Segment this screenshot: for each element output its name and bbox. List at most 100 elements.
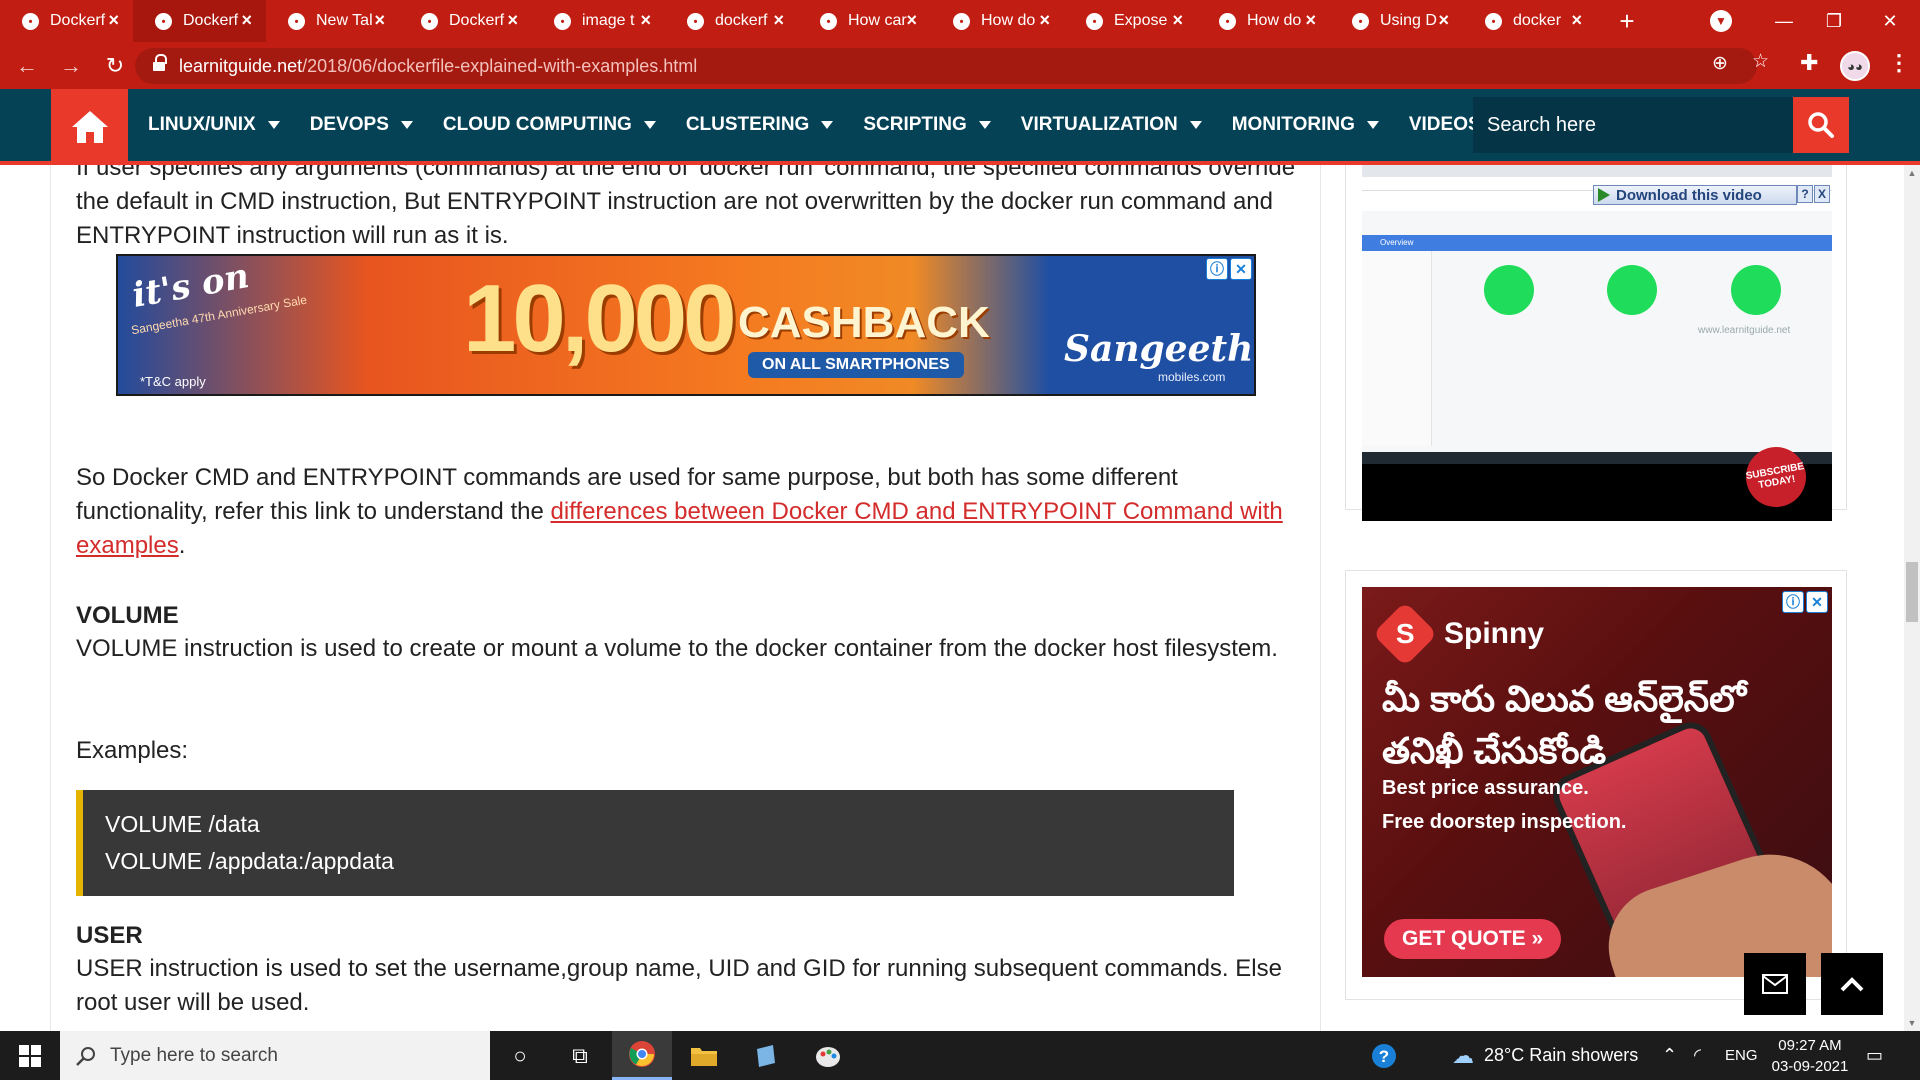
tab-close-icon[interactable]: × — [1571, 10, 1582, 31]
site-search-button[interactable] — [1793, 97, 1849, 153]
caret-down-icon — [821, 121, 834, 129]
system-clock[interactable]: 09:27 AM 03-09-2021 — [1760, 1035, 1860, 1077]
download-video-button[interactable]: Download this video — [1593, 185, 1797, 205]
browser-tab[interactable]: • Expose × — [1064, 0, 1197, 42]
zoom-icon[interactable]: ⊕ — [1712, 52, 1728, 75]
address-bar[interactable]: learnitguide.net/2018/06/dockerfile-expl… — [135, 48, 1757, 84]
nav-item[interactable]: SCRIPTING — [863, 114, 991, 136]
caret-down-icon — [1366, 121, 1379, 129]
chrome-taskbar-icon[interactable] — [612, 1031, 672, 1080]
search-icon — [1808, 112, 1834, 138]
help-icon[interactable]: ? — [1356, 1031, 1412, 1080]
nav-item[interactable]: MONITORING — [1232, 114, 1379, 136]
browser-tab[interactable]: • How do × — [1197, 0, 1330, 42]
browser-tab[interactable]: • Using D × — [1330, 0, 1463, 42]
nav-item-label: VIRTUALIZATION — [1020, 114, 1178, 135]
scroll-to-top-button[interactable] — [1821, 953, 1883, 1015]
extensions-puzzle-icon[interactable]: ✚ — [1800, 50, 1818, 76]
clock-date: 03-09-2021 — [1771, 1058, 1849, 1075]
video-player[interactable]: Overview www.learnitguide.net SUBSCRIBE … — [1362, 165, 1832, 521]
tab-close-icon[interactable]: × — [507, 10, 518, 31]
browser-tab[interactable]: • dockerf × — [665, 0, 798, 42]
restore-button[interactable]: ❐ — [1806, 0, 1862, 42]
nav-item[interactable]: DEVOPS — [310, 114, 413, 136]
nav-item-label: DEVOPS — [309, 114, 389, 135]
browser-tab[interactable]: • How car × — [798, 0, 931, 42]
tray-chevron-icon[interactable]: ⌃ — [1662, 1031, 1677, 1080]
weather-widget[interactable]: ☁ 28°C Rain showers — [1452, 1031, 1638, 1080]
google-icon: • — [421, 13, 438, 30]
browser-tab[interactable]: • Dockerf × — [133, 0, 266, 42]
new-tab-button[interactable]: + — [1612, 6, 1642, 37]
browser-tab[interactable]: • docker × — [1463, 0, 1596, 42]
nav-item[interactable]: CLOUD COMPUTING — [443, 114, 656, 136]
spinny-logo: S Spinny — [1372, 601, 1544, 667]
wifi-icon[interactable]: ◜ — [1694, 1031, 1701, 1080]
site-search-input[interactable] — [1473, 97, 1793, 153]
tab-close-icon[interactable]: × — [1172, 10, 1183, 31]
site-menu: LINUX/UNIX DEVOPS CLOUD COMPUTING CLUSTERIN… — [148, 89, 1535, 161]
video-status-circle — [1484, 265, 1534, 315]
home-button[interactable] — [51, 89, 128, 165]
tab-close-icon[interactable]: × — [773, 10, 784, 31]
get-quote-button[interactable]: GET QUOTE » — [1384, 919, 1562, 959]
volume-code-block: VOLUME /data VOLUME /appdata:/appdata — [76, 790, 1234, 896]
download-close-button[interactable]: X — [1814, 185, 1830, 203]
chrome-icon — [629, 1041, 655, 1067]
tab-close-icon[interactable]: × — [1039, 10, 1050, 31]
file-explorer-icon[interactable] — [674, 1031, 734, 1080]
notification-icon[interactable]: ▭ — [1866, 1031, 1883, 1080]
ad-close-icon[interactable]: ✕ — [1230, 258, 1252, 280]
scroll-up-arrow[interactable]: ▲ — [1904, 165, 1920, 181]
back-button[interactable]: ← — [10, 49, 44, 83]
tab-close-icon[interactable]: × — [906, 10, 917, 31]
browser-tab[interactable]: • image t × — [532, 0, 665, 42]
globe-icon: • — [1352, 13, 1369, 30]
browser-tab[interactable]: • How do × — [931, 0, 1064, 42]
browser-tab-title: How car — [848, 12, 907, 29]
task-view-icon[interactable]: ⧉ — [550, 1031, 610, 1080]
tab-close-icon[interactable]: × — [374, 10, 385, 31]
language-indicator[interactable]: ENG — [1725, 1031, 1758, 1080]
user-description: USER instruction is used to set the user… — [76, 955, 1282, 1016]
minimize-button[interactable]: — — [1756, 0, 1812, 42]
tab-search-icon[interactable]: ▼ — [1710, 10, 1732, 32]
video-overview-bar: Overview — [1362, 235, 1832, 251]
browser-tab-title: Expose — [1114, 12, 1168, 29]
taskbar-search-box[interactable]: Type here to search — [60, 1031, 490, 1080]
spinny-ad[interactable]: S Spinny మీ కారు విలువ ఆన్‌లైన్‌లో తనిఖీ … — [1362, 587, 1832, 977]
ad-brand-sub: mobiles.com — [1158, 370, 1226, 384]
tab-close-icon[interactable]: × — [1438, 10, 1449, 31]
sangeetha-ad-banner[interactable]: it's on Sangeetha 47th Anniversary Sale … — [116, 254, 1256, 396]
nav-item[interactable]: VIRTUALIZATION — [1021, 114, 1202, 136]
ad-close-icon[interactable]: ✕ — [1806, 591, 1828, 613]
cortana-icon[interactable]: ○ — [490, 1031, 550, 1080]
forward-button[interactable]: → — [54, 49, 88, 83]
browser-tab[interactable]: • Dockerf × — [0, 0, 133, 42]
browser-tab-title: New Tal — [316, 12, 373, 29]
scrollbar-thumb[interactable] — [1906, 562, 1918, 622]
bookmark-star-icon[interactable]: ☆ — [1752, 50, 1769, 73]
adchoices-icon[interactable]: ⓘ — [1782, 591, 1804, 613]
profile-avatar[interactable]: ◕◕ — [1840, 51, 1870, 81]
paint-taskbar-icon[interactable] — [798, 1031, 858, 1080]
app-taskbar-icon[interactable] — [736, 1031, 796, 1080]
tab-close-icon[interactable]: × — [241, 10, 252, 31]
close-window-button[interactable]: ✕ — [1862, 0, 1918, 42]
tab-close-icon[interactable]: × — [108, 10, 119, 31]
browser-tab-strip: • Dockerf × • Dockerf × • New Tal × • Dockerf × • ima… — [0, 0, 1920, 42]
browser-tab[interactable]: • Dockerf × — [399, 0, 532, 42]
browser-tab[interactable]: • New Tal × — [266, 0, 399, 42]
nav-item[interactable]: LINUX/UNIX — [148, 114, 280, 136]
scroll-down-arrow[interactable]: ▼ — [1904, 1015, 1920, 1031]
nav-item[interactable]: CLUSTERING — [686, 114, 834, 136]
tab-close-icon[interactable]: × — [640, 10, 651, 31]
adchoices-icon[interactable]: ⓘ — [1206, 258, 1228, 280]
tab-close-icon[interactable]: × — [1305, 10, 1316, 31]
question-circle-icon: ? — [1372, 1043, 1396, 1068]
start-button[interactable] — [0, 1031, 60, 1080]
browser-menu-icon[interactable]: ⋮ — [1888, 50, 1910, 76]
download-help-button[interactable]: ? — [1797, 185, 1813, 203]
email-button[interactable] — [1744, 953, 1806, 1015]
reload-button[interactable]: ↻ — [98, 49, 132, 83]
